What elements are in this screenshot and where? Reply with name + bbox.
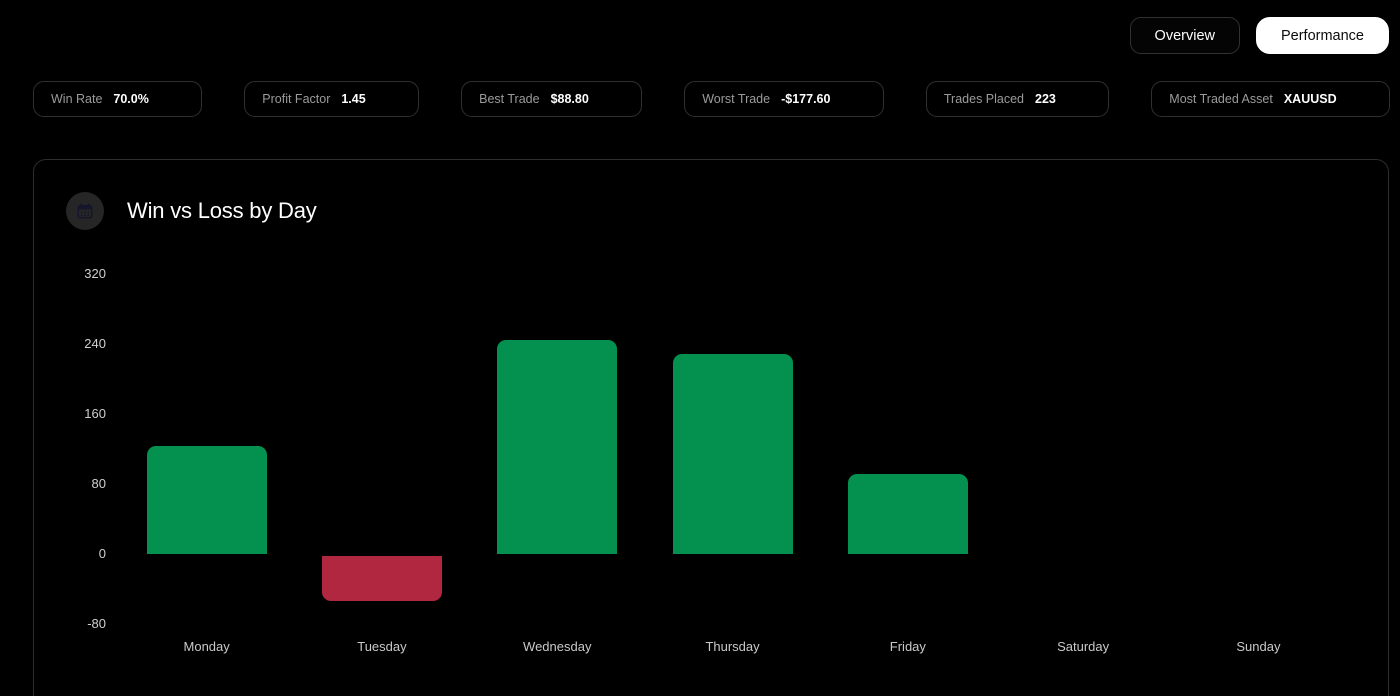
y-axis-tick-240: 240 <box>34 336 106 352</box>
stat-label: Best Trade <box>479 92 539 106</box>
y-axis-tick-320: 320 <box>34 266 106 282</box>
stat-value: 223 <box>1035 92 1056 106</box>
stat-value: XAUUSD <box>1284 92 1337 106</box>
view-tabbar: Overview Performance <box>1130 17 1389 54</box>
stat-label: Profit Factor <box>262 92 330 106</box>
stat-trades-placed: Trades Placed 223 <box>926 81 1109 117</box>
stat-value: 70.0% <box>113 92 148 106</box>
bar-chart: 320 240 160 80 0 -80 Monday Tuesday Wednesday Thu… <box>34 160 1388 696</box>
tab-overview[interactable]: Overview <box>1130 17 1240 54</box>
y-axis-tick-0: 0 <box>34 546 106 562</box>
stat-most-traded-asset: Most Traded Asset XAUUSD <box>1151 81 1390 117</box>
stat-value: $88.80 <box>551 92 589 106</box>
bar-wednesday[interactable] <box>497 340 617 554</box>
bar-friday[interactable] <box>848 474 968 554</box>
stat-value: 1.45 <box>341 92 365 106</box>
win-loss-by-day-panel: Win vs Loss by Day 320240160800-80Monday… <box>33 159 1389 696</box>
stat-label: Trades Placed <box>944 92 1024 106</box>
y-axis-tick--80: -80 <box>34 616 106 632</box>
stat-label: Worst Trade <box>702 92 770 106</box>
x-axis-label-tuesday: Tuesday <box>302 639 462 655</box>
stat-win-rate: Win Rate 70.0% <box>33 81 202 117</box>
stats-row: Win Rate 70.0% Profit Factor 1.45 Best T… <box>33 81 1390 117</box>
x-axis-label-thursday: Thursday <box>653 639 813 655</box>
y-axis-tick-80: 80 <box>34 476 106 492</box>
stat-label: Most Traded Asset <box>1169 92 1273 106</box>
x-axis-label-monday: Monday <box>127 639 287 655</box>
x-axis-label-sunday: Sunday <box>1178 639 1338 655</box>
stat-best-trade: Best Trade $88.80 <box>461 81 642 117</box>
stat-value: -$177.60 <box>781 92 830 106</box>
bar-tuesday[interactable] <box>322 556 442 601</box>
x-axis-label-saturday: Saturday <box>1003 639 1163 655</box>
bar-monday[interactable] <box>147 446 267 554</box>
tab-performance[interactable]: Performance <box>1256 17 1389 54</box>
stat-profit-factor: Profit Factor 1.45 <box>244 81 419 117</box>
stat-worst-trade: Worst Trade -$177.60 <box>684 81 884 117</box>
stat-label: Win Rate <box>51 92 102 106</box>
bar-thursday[interactable] <box>673 354 793 554</box>
x-axis-label-wednesday: Wednesday <box>477 639 637 655</box>
x-axis-label-friday: Friday <box>828 639 988 655</box>
y-axis-tick-160: 160 <box>34 406 106 422</box>
